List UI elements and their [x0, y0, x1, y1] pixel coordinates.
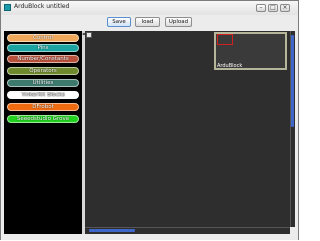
- category-tinkerkit-blocks[interactable]: TinkerKit Blocks: [7, 91, 79, 99]
- block-palette: Control Pins Number/Constants Operators …: [4, 31, 82, 234]
- toolbar: Save load Upload: [1, 15, 298, 30]
- ardublock-window: ArduBlock untitled – □ × Save load Uploa…: [0, 0, 299, 240]
- window-title: ArduBlock untitled: [14, 3, 70, 10]
- canvas-corner-icon[interactable]: [86, 32, 92, 38]
- category-utilities[interactable]: Utilities: [7, 79, 79, 87]
- save-button[interactable]: Save: [107, 17, 131, 27]
- status-bar: [1, 234, 298, 240]
- app-icon: [4, 4, 11, 11]
- category-dfrobot[interactable]: DFrobot: [7, 103, 79, 111]
- load-button[interactable]: load: [135, 17, 160, 27]
- horizontal-scroll-thumb[interactable]: [89, 229, 135, 232]
- maximize-button[interactable]: □: [268, 4, 278, 12]
- minimap-viewport[interactable]: [217, 34, 233, 45]
- title-bar: ArduBlock untitled – □ ×: [1, 1, 298, 16]
- close-button[interactable]: ×: [280, 4, 290, 12]
- minimap-label: ArduBlock: [217, 63, 243, 69]
- category-control[interactable]: Control: [7, 34, 79, 42]
- vertical-scroll-thumb[interactable]: [291, 35, 294, 127]
- category-operators[interactable]: Operators: [7, 67, 79, 75]
- minimize-button[interactable]: –: [256, 4, 266, 12]
- category-number-constants[interactable]: Number/Constants: [7, 55, 79, 63]
- category-seeedstudio-grove[interactable]: Seeedstudio Grove: [7, 115, 79, 123]
- upload-button[interactable]: Upload: [165, 17, 192, 27]
- category-pins[interactable]: Pins: [7, 44, 79, 52]
